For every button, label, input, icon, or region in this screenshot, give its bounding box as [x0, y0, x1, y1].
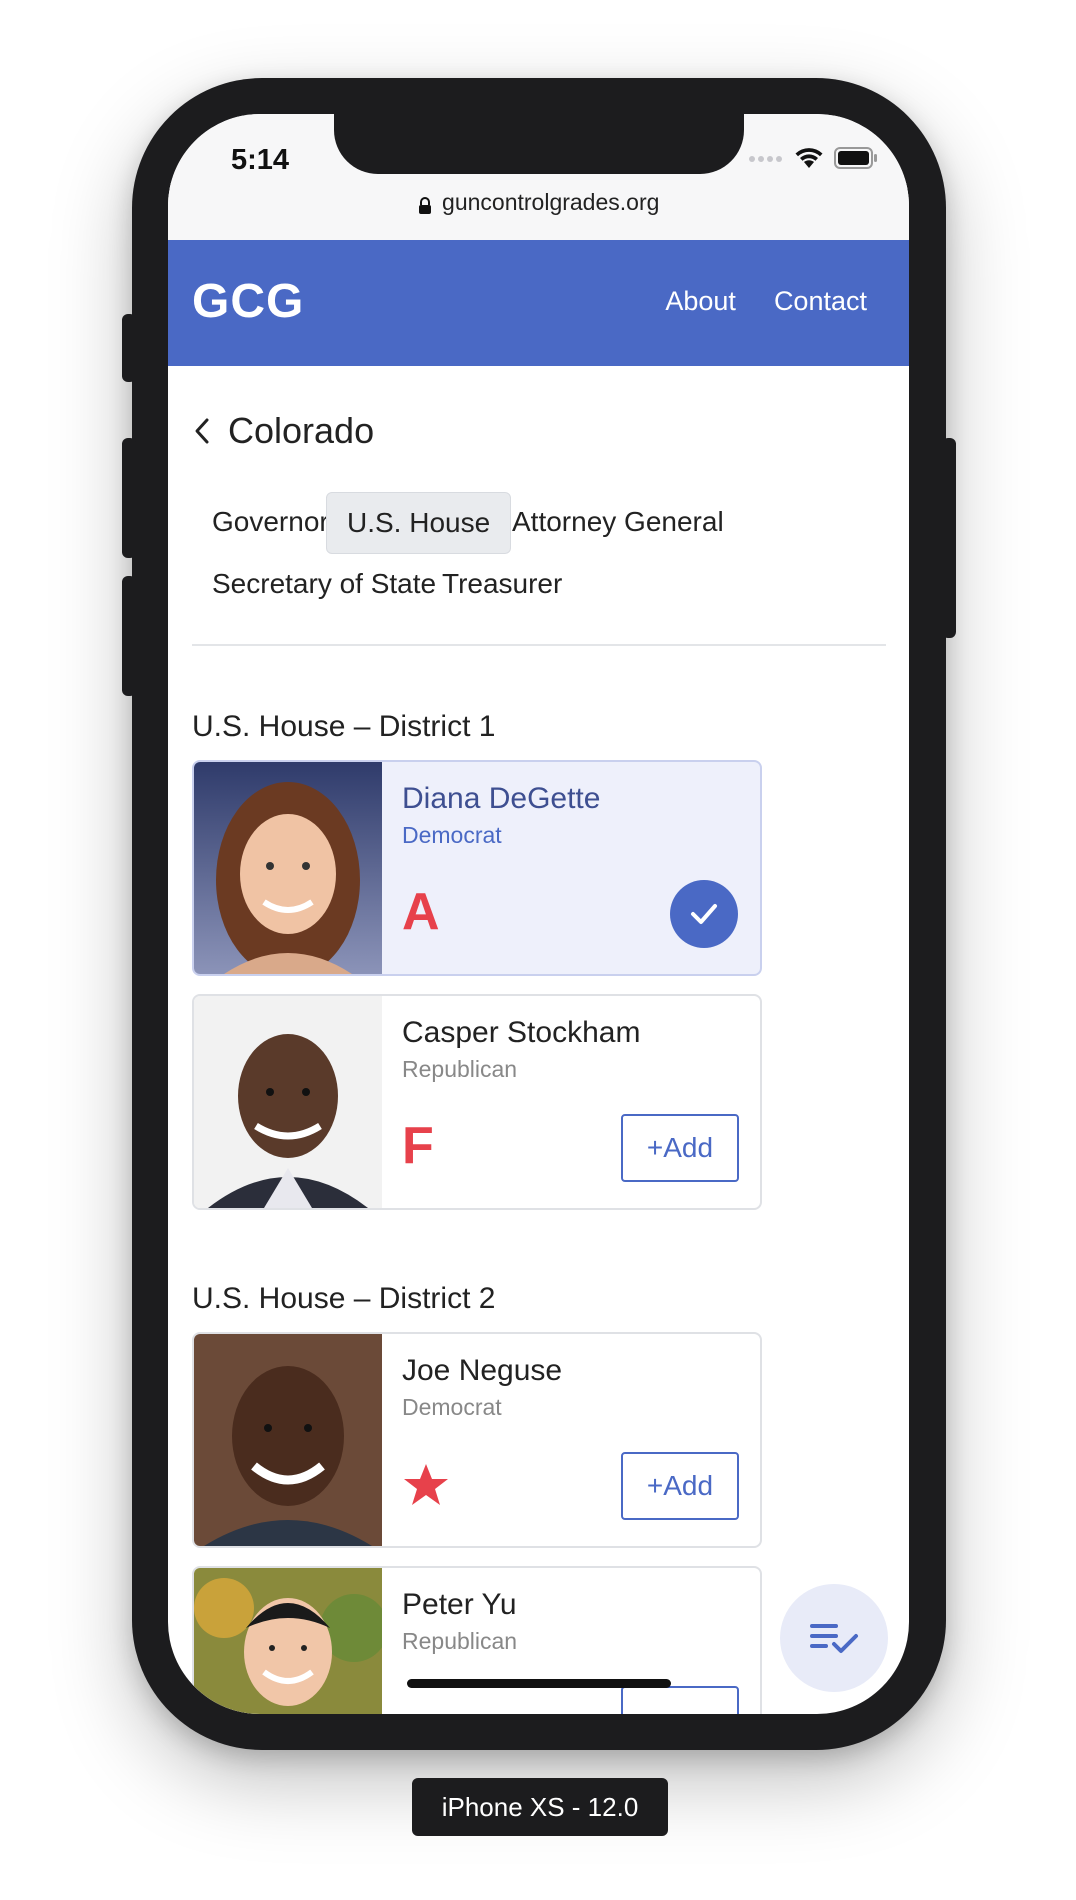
add-button[interactable]: +Add [621, 1114, 739, 1182]
tab-secretary-of-state[interactable]: Secretary of State [192, 554, 456, 614]
candidate-name: Casper Stockham [402, 1016, 641, 1049]
candidate-party: Democrat [402, 1394, 502, 1420]
state-title: Colorado [228, 410, 375, 451]
site-nav: About Contact [665, 286, 867, 317]
candidate-name: Diana DeGette [402, 782, 601, 815]
candidate-photo [194, 996, 382, 1208]
status-time: 5:14 [231, 144, 290, 176]
tab-treasurer[interactable]: Treasurer [422, 554, 582, 614]
candidate-card[interactable]: Peter Yu Republican [192, 1566, 762, 1714]
device-label: iPhone XS - 12.0 [412, 1778, 668, 1836]
district-title: U.S. House – District 1 [192, 710, 496, 743]
candidate-card-selected[interactable]: Diana DeGette Democrat A [192, 760, 762, 976]
check-icon [691, 904, 717, 924]
screen: 5:14 guncontrolgrades.org GCG About Cont… [168, 114, 909, 1714]
add-button[interactable] [621, 1686, 739, 1714]
candidate-name: Joe Neguse [402, 1354, 563, 1387]
candidate-name: Peter Yu [402, 1588, 517, 1621]
candidate-grade: F [402, 1117, 434, 1175]
candidate-party: Republican [402, 1056, 518, 1082]
candidate-party: Republican [402, 1628, 518, 1654]
lock-icon [418, 196, 431, 214]
tab-attorney-general[interactable]: Attorney General [492, 492, 744, 552]
back-link[interactable]: Colorado [192, 410, 374, 452]
tabs-divider [192, 644, 886, 646]
wifi-icon [795, 148, 823, 168]
candidate-party: Democrat [402, 822, 502, 848]
playlist-check-icon [810, 1624, 858, 1653]
candidate-photo [194, 1334, 382, 1546]
url-text: guncontrolgrades.org [442, 189, 660, 215]
star-icon [404, 1464, 448, 1505]
mute-switch [122, 314, 136, 382]
site-logo[interactable]: GCG [192, 274, 304, 329]
site-header: GCG About Contact [168, 240, 909, 366]
add-button[interactable]: +Add [621, 1452, 739, 1520]
candidate-grade: A [402, 883, 440, 941]
volume-up-button [122, 438, 136, 558]
browser-url-bar[interactable]: guncontrolgrades.org [168, 182, 909, 240]
candidate-card[interactable]: Casper Stockham Republican F +Add [192, 994, 762, 1210]
candidate-photo [194, 762, 382, 974]
nav-about-link[interactable]: About [665, 286, 736, 317]
nav-contact-link[interactable]: Contact [774, 286, 867, 317]
battery-icon [834, 147, 877, 169]
status-icons [748, 146, 878, 170]
candidate-card[interactable]: Joe Neguse Democrat +Add [192, 1332, 762, 1548]
cellular-signal-icon [749, 156, 782, 162]
added-toggle-button[interactable] [670, 880, 738, 948]
chevron-left-icon [195, 418, 209, 444]
power-button [942, 438, 956, 638]
notch [334, 114, 744, 174]
tab-us-house[interactable]: U.S. House [326, 492, 512, 554]
home-indicator[interactable] [407, 1679, 671, 1688]
district-title: U.S. House – District 2 [192, 1282, 496, 1315]
volume-down-button [122, 576, 136, 696]
candidate-photo [194, 1568, 382, 1714]
my-list-fab[interactable] [780, 1584, 888, 1692]
